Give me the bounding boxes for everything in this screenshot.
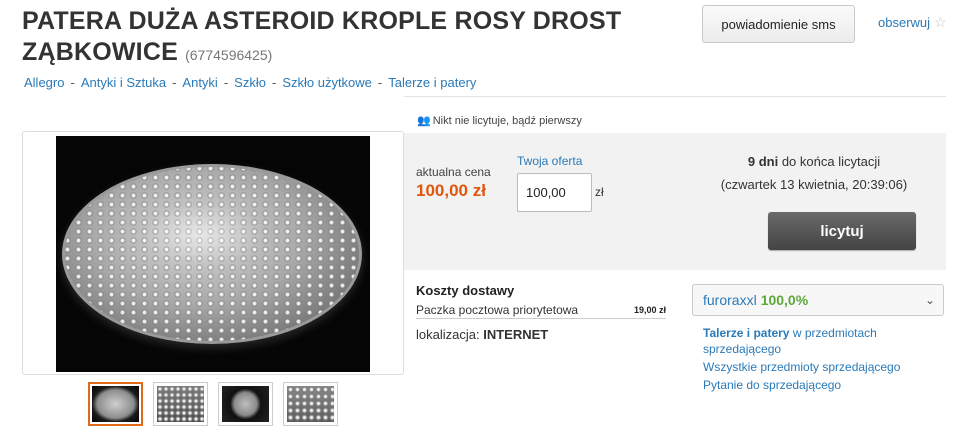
main-product-image[interactable] bbox=[56, 136, 370, 372]
bid-panel: aktualna cena 100,00 zł Twoja oferta zł … bbox=[404, 133, 946, 270]
header-divider bbox=[404, 96, 946, 97]
your-offer-label: Twoja oferta bbox=[517, 154, 583, 168]
current-price: 100,00 zł bbox=[416, 181, 486, 200]
breadcrumb-item-szklo-uzytkowe[interactable]: Szkło użytkowe bbox=[282, 75, 372, 90]
shipping-row: Paczka pocztowa priorytetowa 19,00 zł bbox=[416, 301, 666, 319]
current-price-label: aktualna cena bbox=[416, 165, 491, 179]
shipping-title: Koszty dostawy bbox=[416, 283, 515, 298]
breadcrumb-item-antyki-i-sztuka[interactable]: Antyki i Sztuka bbox=[81, 75, 166, 90]
star-outline-icon[interactable]: ☆ bbox=[934, 14, 947, 31]
chevron-down-icon[interactable]: ⌄ bbox=[925, 293, 935, 307]
product-gallery bbox=[22, 131, 404, 375]
offer-id: (6774596425) bbox=[185, 47, 273, 63]
bidders-note: Nikt nie licytuje, bądź pierwszy bbox=[432, 114, 582, 127]
breadcrumb-item-allegro[interactable]: Allegro bbox=[24, 75, 64, 90]
location-label: lokalizacja: bbox=[416, 327, 484, 342]
watch-link[interactable]: obserwuj ☆ bbox=[878, 14, 947, 31]
breadcrumb-separator: - bbox=[377, 75, 383, 90]
thumbnail-1[interactable] bbox=[88, 382, 143, 426]
seller-links: Talerze i patery w przedmiotach sprzedaj… bbox=[703, 325, 943, 395]
item-title: PATERA DUŻA ASTEROID KROPLE ROSY DROST Z… bbox=[22, 7, 622, 66]
location-value: INTERNET bbox=[483, 327, 549, 342]
currency-label: zł bbox=[595, 185, 604, 199]
bidders-info: 👥 Nikt nie licytuje, bądź pierwszy bbox=[417, 114, 582, 128]
breadcrumb: Allegro - Antyki i Sztuka - Antyki - Szkło - Szk… bbox=[24, 75, 476, 90]
seller-category-bold[interactable]: Talerze i patery bbox=[703, 326, 789, 340]
location: lokalizacja: INTERNET bbox=[416, 327, 548, 342]
seller-all-items-link[interactable]: Wszystkie przedmioty sprzedającego bbox=[703, 359, 943, 375]
bid-button[interactable]: licytuj bbox=[768, 212, 916, 250]
breadcrumb-separator: - bbox=[271, 75, 277, 90]
thumbnail-4[interactable] bbox=[283, 382, 338, 426]
breadcrumb-item-talerze-i-patery[interactable]: Talerze i patery bbox=[388, 75, 476, 90]
time-left: 9 dni do końca licytacji bbox=[704, 154, 924, 169]
plate-photo bbox=[62, 164, 362, 344]
auction-end-date: (czwartek 13 kwietnia, 20:39:06) bbox=[720, 177, 908, 192]
thumbnail-2[interactable] bbox=[153, 382, 208, 426]
breadcrumb-separator: - bbox=[70, 75, 75, 90]
time-left-days: 9 dni bbox=[747, 154, 779, 169]
bid-amount-input[interactable] bbox=[517, 173, 592, 212]
seller-score: 100,0% bbox=[760, 292, 809, 308]
sms-notification-button[interactable]: powiadomienie sms bbox=[702, 5, 855, 43]
shipping-cost: 19,00 zł bbox=[633, 304, 666, 315]
breadcrumb-item-szklo[interactable]: Szkło bbox=[234, 75, 266, 90]
thumbnail-3[interactable] bbox=[218, 382, 273, 426]
breadcrumb-separator: - bbox=[172, 75, 177, 90]
watch-label[interactable]: obserwuj bbox=[878, 15, 930, 30]
shipping-method: Paczka pocztowa priorytetowa bbox=[416, 302, 579, 317]
seller-name[interactable]: furoraxxl bbox=[703, 292, 757, 308]
ask-seller-link[interactable]: Pytanie do sprzedającego bbox=[703, 377, 943, 393]
thumbnail-strip bbox=[88, 382, 338, 426]
breadcrumb-separator: - bbox=[223, 75, 229, 90]
seller-category-link[interactable]: Talerze i patery w przedmiotach sprzedaj… bbox=[703, 325, 943, 357]
breadcrumb-item-antyki[interactable]: Antyki bbox=[182, 75, 217, 90]
time-left-text: do końca licytacji bbox=[778, 154, 881, 169]
page-title: PATERA DUŻA ASTEROID KROPLE ROSY DROST Z… bbox=[22, 6, 682, 71]
people-icon: 👥 bbox=[417, 115, 431, 127]
seller-dropdown[interactable]: furoraxxl 100,0% ⌄ bbox=[692, 284, 944, 316]
